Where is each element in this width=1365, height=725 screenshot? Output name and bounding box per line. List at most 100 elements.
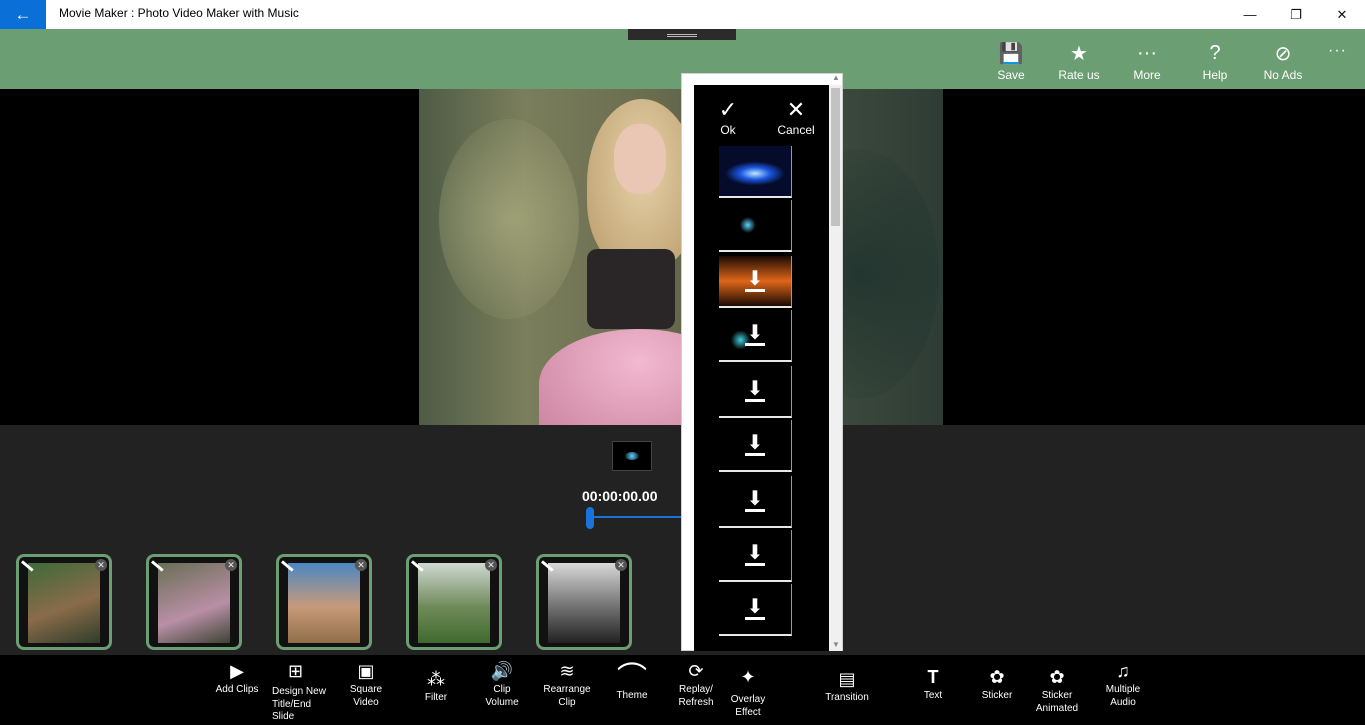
effect-thumbnail-6[interactable]: ⬇ xyxy=(719,420,792,472)
cancel-label: Cancel xyxy=(777,123,815,137)
sticker-animated-button[interactable]: ✿ Sticker Animated xyxy=(1032,660,1082,715)
sticker-icon: ✿ xyxy=(989,666,1005,687)
sticker-button[interactable]: ✿ Sticker xyxy=(975,660,1019,703)
download-icon[interactable]: ⬇ xyxy=(745,487,765,512)
delete-clip-icon[interactable]: ✕ xyxy=(225,559,237,571)
clip-image xyxy=(28,563,100,643)
download-arrow: ⬇ xyxy=(746,267,764,290)
sticker-label: Sticker xyxy=(981,690,1013,701)
save-icon: 💾 xyxy=(998,42,1024,65)
effect-thumbnail-1[interactable] xyxy=(719,146,792,198)
window-title: Movie Maker : Photo Video Maker with Mus… xyxy=(59,6,299,20)
clip-image xyxy=(418,563,490,643)
timecode: 00:00:00.00 xyxy=(582,488,658,504)
transition-icon: ▤ xyxy=(838,668,856,689)
effect-thumbnail-8[interactable]: ⬇ xyxy=(719,530,792,582)
volume-icon: 🔊 xyxy=(490,660,514,681)
sticker-animated-icon: ✿ xyxy=(1049,666,1065,687)
add-clips-label: Add Clips xyxy=(215,684,259,695)
download-icon[interactable]: ⬇ xyxy=(745,595,765,620)
text-button[interactable]: T Text xyxy=(913,660,953,703)
rearrange-clip-button[interactable]: ≋ Rearrange Clip xyxy=(542,660,592,709)
replay-refresh-button[interactable]: ⟳ Replay/ Refresh xyxy=(674,660,718,709)
scroll-up-icon[interactable]: ▲ xyxy=(832,73,840,82)
audio-icon: ♫ xyxy=(1116,660,1130,681)
download-arrow: ⬇ xyxy=(746,377,764,400)
download-arrow: ⬇ xyxy=(746,595,764,618)
minimize-icon: — xyxy=(1243,7,1257,22)
help-icon: ? xyxy=(1209,41,1221,64)
drag-grip[interactable] xyxy=(628,29,736,40)
clip-volume-button[interactable]: 🔊 Clip Volume xyxy=(480,660,524,709)
delete-clip-icon[interactable]: ✕ xyxy=(615,559,627,571)
more-button[interactable]: ··· More xyxy=(1117,40,1177,83)
no-ads-icon: ⊘ xyxy=(1274,42,1292,65)
text-label: Text xyxy=(923,690,943,701)
add-clips-button[interactable]: ▶ Add Clips xyxy=(212,660,262,697)
sticker-animated-label: Sticker Animated xyxy=(1035,690,1079,714)
close-icon: ✕ xyxy=(786,97,806,122)
delete-clip-icon[interactable]: ✕ xyxy=(355,559,367,571)
more-label: More xyxy=(1133,68,1161,82)
close-button[interactable]: ✕ xyxy=(1319,0,1365,29)
effect-thumbnail-2[interactable] xyxy=(719,200,792,252)
download-icon[interactable]: ⬇ xyxy=(745,431,765,456)
clip-thumbnail[interactable]: ✕ xyxy=(276,554,372,650)
overflow-menu-button[interactable]: ··· xyxy=(1328,42,1347,60)
filter-button[interactable]: ⁂ Filter xyxy=(416,660,456,705)
clip-thumbnail[interactable]: ✕ xyxy=(146,554,242,650)
replay-refresh-label: Replay/ Refresh xyxy=(678,684,714,708)
download-arrow: ⬇ xyxy=(746,431,764,454)
ellipsis-icon: ··· xyxy=(1137,41,1157,64)
effect-list-scroll-thumb[interactable] xyxy=(831,88,840,226)
ok-button[interactable]: ✓ Ok xyxy=(708,97,748,137)
effect-thumbnail-3[interactable]: ⬇ xyxy=(719,256,792,308)
add-slide-icon: ⊞ xyxy=(288,660,304,681)
subject-face xyxy=(614,124,666,194)
help-button[interactable]: ? Help xyxy=(1185,40,1245,83)
download-icon[interactable]: ⬇ xyxy=(745,543,765,566)
square-video-label: Square Video xyxy=(349,684,383,708)
delete-clip-icon[interactable]: ✕ xyxy=(95,559,107,571)
multiple-audio-button[interactable]: ♫ Multiple Audio xyxy=(1100,660,1146,709)
refresh-icon: ⟳ xyxy=(688,660,704,681)
download-icon[interactable]: ⬇ xyxy=(745,267,765,292)
no-ads-button[interactable]: ⊘ No Ads xyxy=(1253,40,1313,83)
delete-clip-icon[interactable]: ✕ xyxy=(485,559,497,571)
rate-us-button[interactable]: ★ Rate us xyxy=(1049,40,1109,83)
download-icon[interactable]: ⬇ xyxy=(745,377,765,402)
effect-thumbnail-4[interactable]: ⬇ xyxy=(719,310,792,362)
design-title-slide-button[interactable]: ⊞ Design New Title/End Slide xyxy=(272,660,332,724)
effect-thumbnail-9[interactable]: ⬇ xyxy=(719,584,792,636)
subject-top xyxy=(587,249,675,329)
theme-button[interactable]: ⌒ Theme xyxy=(610,660,654,703)
seek-slider-track[interactable] xyxy=(590,516,685,518)
download-arrow: ⬇ xyxy=(746,487,764,510)
effect-thumbnail-5[interactable]: ⬇ xyxy=(719,366,792,418)
download-arrow: ⬇ xyxy=(746,321,764,344)
transition-button[interactable]: ▤ Transition xyxy=(818,660,876,705)
theme-arc-icon: ⌒ xyxy=(617,662,647,695)
minimize-button[interactable]: — xyxy=(1227,0,1273,29)
maximize-button[interactable]: ❐ xyxy=(1273,0,1319,29)
clip-thumbnail[interactable]: ✕ xyxy=(536,554,632,650)
overlay-effect-button[interactable]: ✦ Overlay Effect xyxy=(726,660,770,719)
download-icon[interactable]: ⬇ xyxy=(745,321,765,346)
filter-icon: ⁂ xyxy=(427,668,445,689)
clip-thumbnail[interactable]: ✕ xyxy=(16,554,112,650)
clip-volume-label: Clip Volume xyxy=(485,684,519,708)
overlay-sparkle-icon: ✦ xyxy=(740,666,756,687)
cancel-button[interactable]: ✕ Cancel xyxy=(774,97,818,137)
effect-thumbnail-7[interactable]: ⬇ xyxy=(719,476,792,528)
seek-slider-thumb[interactable] xyxy=(586,507,594,529)
clip-thumbnail[interactable]: ✕ xyxy=(406,554,502,650)
save-button[interactable]: 💾 Save xyxy=(981,40,1041,83)
help-label: Help xyxy=(1202,68,1228,82)
square-video-button[interactable]: ▣ Square Video xyxy=(344,660,388,709)
back-button[interactable]: ← xyxy=(0,0,46,29)
save-label: Save xyxy=(997,68,1025,82)
overlay-effect-label: Overlay Effect xyxy=(730,694,766,718)
no-ads-label: No Ads xyxy=(1263,68,1303,82)
star-icon: ★ xyxy=(1070,42,1088,65)
scroll-down-icon[interactable]: ▼ xyxy=(832,640,840,649)
